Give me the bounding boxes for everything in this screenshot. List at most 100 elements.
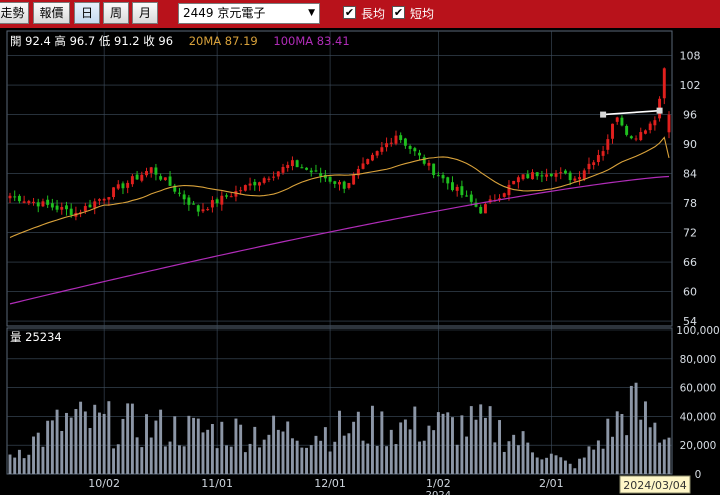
check-icon: ✔	[344, 6, 355, 19]
candle-body	[41, 201, 45, 207]
candle-body	[465, 195, 469, 197]
volume-bar	[488, 406, 492, 474]
volume-bar	[262, 439, 266, 474]
volume-bar	[253, 426, 257, 474]
x-tick-label: 2/01	[539, 477, 564, 490]
volume-bar	[309, 445, 313, 474]
candle-body	[8, 195, 12, 199]
candle-body	[46, 199, 50, 205]
candle-body	[121, 183, 125, 189]
candle-body	[286, 164, 290, 169]
volume-bar	[83, 411, 87, 474]
short-ma-checkbox[interactable]: ✔	[392, 6, 405, 19]
candle-body	[554, 173, 558, 177]
volume-bar	[578, 458, 582, 474]
tab-quote[interactable]: 報價	[33, 2, 70, 24]
volume-bar	[465, 436, 469, 474]
candle-body	[521, 174, 525, 180]
volume-bar	[620, 414, 624, 474]
ma20-legend: 20MA 87.19	[188, 34, 258, 48]
candle-body	[601, 151, 605, 156]
volume-bar	[483, 417, 487, 474]
candle-body	[239, 190, 243, 192]
volume-bar	[611, 436, 614, 474]
volume-bar	[74, 409, 78, 474]
candle-body	[535, 172, 539, 177]
volume-bar	[69, 417, 73, 474]
volume-bar	[644, 401, 647, 474]
volume-bar	[60, 430, 64, 474]
volume-tick-label: 20,000	[680, 440, 717, 452]
stock-select[interactable]: 2449 京元電子 ▼	[178, 3, 320, 24]
long-ma-checkbox[interactable]: ✔	[343, 6, 356, 19]
volume-bar	[625, 435, 629, 474]
volume-bar	[634, 382, 638, 474]
candle-body	[258, 182, 261, 186]
price-panel-frame	[6, 30, 673, 327]
tab-monthly[interactable]: 月	[132, 2, 158, 24]
candle-body	[112, 187, 116, 198]
candle-body	[276, 171, 280, 177]
high-value: 高 96.7	[54, 34, 96, 48]
volume-bar	[361, 440, 365, 474]
ma100-line	[9, 175, 670, 305]
candle-body	[578, 177, 582, 180]
volume-bar	[375, 445, 379, 474]
check-icon: ✔	[393, 6, 404, 19]
candle-body	[559, 172, 563, 174]
volume-bar	[479, 404, 483, 474]
candle-body	[267, 178, 271, 180]
candle-body	[154, 167, 158, 175]
candle-body	[582, 170, 586, 180]
volume-bar	[163, 446, 167, 474]
candle-body	[295, 160, 299, 168]
volume-bar	[531, 452, 534, 474]
candle-body	[65, 205, 68, 210]
volume-bar	[526, 442, 530, 474]
tab-weekly[interactable]: 周	[103, 2, 129, 24]
candle-body	[300, 167, 304, 169]
volume-bar	[145, 414, 148, 474]
volume-bar	[210, 423, 214, 474]
candle-body	[130, 176, 134, 185]
candle-body	[126, 182, 130, 188]
volume-bar	[328, 451, 332, 474]
volume-bar	[352, 421, 356, 474]
toolbar: 走勢 報價 日 周 月 2449 京元電子 ▼ ✔ 長均 ✔ 短均	[0, 0, 720, 28]
tab-daily[interactable]: 日	[74, 2, 100, 24]
candle-body	[159, 176, 163, 180]
volume-bar	[50, 420, 54, 474]
candle-body	[366, 159, 370, 164]
volume-bar	[201, 432, 205, 474]
volume-bar	[234, 418, 238, 474]
candle-body	[210, 200, 214, 208]
tab-trend[interactable]: 走勢	[0, 2, 29, 24]
candle-body	[648, 123, 652, 131]
candle-body	[60, 207, 64, 210]
candle-body	[573, 178, 577, 181]
candle-body	[549, 173, 553, 177]
volume-bar	[403, 419, 407, 474]
candle-body	[587, 163, 591, 170]
volume-bar	[516, 445, 520, 474]
price-tick-label: 90	[683, 138, 697, 151]
volume-bar	[498, 420, 502, 474]
candle-body	[328, 176, 332, 182]
price-volume-chart[interactable]: 10/02 11/01 12/01 1/02 2/01 2024 108 102 96 90 84 7…	[0, 28, 720, 495]
volume-bar	[243, 452, 247, 474]
volume-bar	[582, 457, 586, 474]
candle-body	[55, 205, 59, 210]
volume-bar	[460, 415, 464, 474]
candle-body	[272, 176, 276, 178]
volume-bar	[17, 449, 21, 474]
candle-body	[187, 197, 191, 205]
volume-bar	[592, 449, 596, 474]
candle-body	[17, 195, 21, 202]
volume-bar	[507, 441, 511, 474]
candle-body	[540, 175, 544, 177]
candle-body	[243, 185, 247, 191]
candle-body	[32, 201, 35, 203]
volume-bar	[8, 454, 12, 474]
volume-bar	[286, 421, 290, 474]
volume-bar	[140, 447, 144, 474]
